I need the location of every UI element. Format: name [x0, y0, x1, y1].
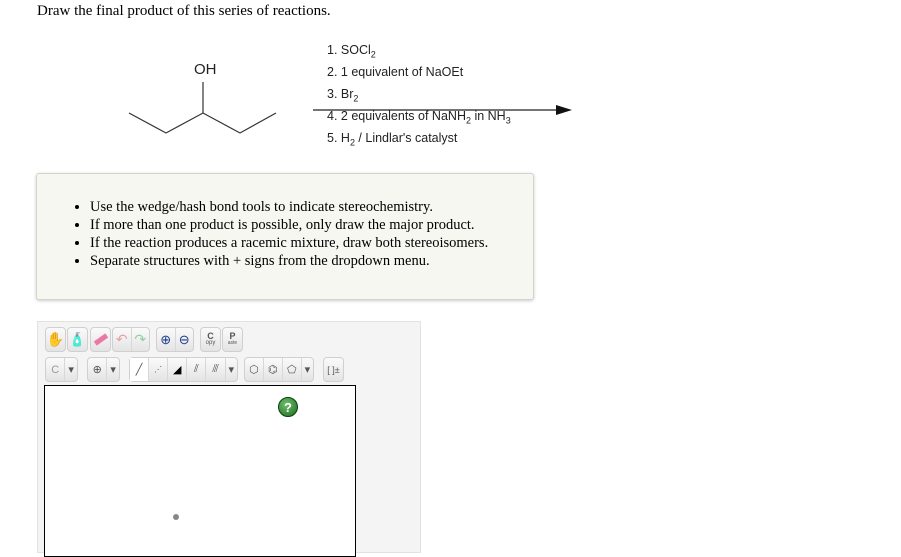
zoom-group: ⊕ ⊖	[156, 327, 194, 352]
single-bond-button[interactable]: ╱	[130, 358, 150, 381]
reagent-step: 3. Br2	[327, 87, 358, 104]
zoom-out-button[interactable]: ⊖	[176, 328, 194, 351]
reagent-step: 2. 1 equivalent of NaOEt	[327, 65, 463, 79]
benzene-icon: ⌬	[268, 364, 278, 376]
reaction-scheme	[128, 82, 572, 134]
hand-icon: ✋	[46, 331, 65, 347]
ring-tools: ⬡ ⌬ ⬠ ▾	[244, 357, 314, 382]
single-bond-icon: ╱	[135, 364, 143, 376]
benzene-button[interactable]: ⌬	[264, 358, 283, 381]
subscript: 2	[353, 93, 359, 104]
hash-bond-icon: ⋰	[154, 365, 163, 374]
instruction-item: Separate structures with + signs from th…	[90, 252, 533, 270]
instruction-item: If more than one product is possible, on…	[90, 216, 533, 234]
double-bond-button[interactable]: ⫽	[187, 358, 207, 381]
canvas-dot	[173, 514, 179, 520]
zoom-out-icon: ⊖	[178, 331, 190, 347]
triple-bond-icon: ⫻	[212, 363, 219, 375]
reagent-step: 5. H2 / Lindlar's catalyst	[327, 131, 457, 148]
subscript: 3	[505, 115, 511, 126]
reagent-step: 1. SOCl2	[327, 43, 376, 60]
chevron-down-icon[interactable]: ▾	[107, 358, 119, 381]
reagent-text: in NH	[470, 109, 506, 123]
reagent-text: 2. 1 equivalent of NaOEt	[327, 65, 464, 79]
charge-icon: ⊕	[88, 358, 108, 381]
reagent-step: 4. 2 equivalents of NaNH2 in NH3	[327, 109, 511, 126]
copy-label: C	[207, 330, 214, 341]
wedge-bond-icon: ◢	[173, 364, 182, 376]
triple-bond-button[interactable]: ⫻	[206, 358, 226, 381]
bond-tools: ╱ ⋰ ◢ ⫽ ⫻ ▾	[129, 357, 238, 382]
paste-button[interactable]: Paste	[222, 327, 243, 352]
instruction-item: Use the wedge/hash bond tools to indicat…	[90, 198, 533, 216]
cyclopentane-button[interactable]: ⬠	[283, 358, 302, 381]
copy-sublabel: opy	[205, 339, 216, 346]
reagent-text: 1. SOCl	[327, 43, 371, 57]
erase-all-button[interactable]: 🧴	[67, 327, 88, 352]
cyclopentane-icon: ⬠	[286, 364, 297, 376]
subscript: 2	[370, 49, 376, 60]
zoom-in-button[interactable]: ⊕	[157, 328, 176, 351]
drawing-canvas[interactable]	[44, 385, 356, 557]
eraser-button[interactable]	[90, 327, 111, 352]
spray-bottle-icon: 🧴	[69, 331, 86, 347]
chevron-down-icon[interactable]: ▾	[302, 358, 313, 381]
help-button[interactable]: ?	[278, 397, 298, 417]
charge-selector[interactable]: ⊕ ▾	[87, 357, 120, 382]
hand-tool-button[interactable]: ✋	[45, 327, 66, 352]
skeletal-structure	[128, 112, 277, 134]
bracket-button[interactable]: [ ]±	[323, 357, 344, 382]
hash-bond-button[interactable]: ⋰	[149, 358, 169, 381]
cyclohexane-icon: ⬡	[249, 364, 259, 376]
undo-redo-group: ↶ ↷	[112, 327, 150, 352]
eraser-icon	[93, 333, 108, 346]
undo-button[interactable]: ↶	[113, 328, 132, 351]
redo-button[interactable]: ↷	[132, 328, 150, 351]
reagent-text: 5. H	[327, 131, 350, 145]
instruction-item: If the reaction produces a racemic mixtu…	[90, 234, 533, 252]
reagent-text: 3. Br	[327, 87, 354, 101]
arrow-head	[556, 105, 572, 115]
chevron-down-icon[interactable]: ▾	[226, 358, 237, 381]
oh-label: OH	[194, 61, 217, 78]
wedge-bond-button[interactable]: ◢	[168, 358, 188, 381]
double-bond-icon: ⫽	[193, 363, 199, 375]
paste-label: P	[229, 330, 236, 341]
atom-selector[interactable]: C ▾	[45, 357, 78, 382]
chevron-down-icon[interactable]: ▾	[65, 358, 77, 381]
redo-icon: ↷	[134, 331, 147, 347]
bracket-icon: [ ]±	[327, 364, 340, 375]
cyclohexane-button[interactable]: ⬡	[245, 358, 264, 381]
zoom-in-icon: ⊕	[160, 331, 172, 347]
paste-sublabel: aste	[227, 339, 238, 346]
undo-icon: ↶	[115, 331, 128, 347]
atom-label: C	[46, 358, 66, 381]
reagent-text: / Lindlar's catalyst	[354, 131, 458, 145]
copy-button[interactable]: Copy	[200, 327, 221, 352]
instructions-box: Use the wedge/hash bond tools to indicat…	[36, 173, 534, 300]
reagent-text: 4. 2 equivalents of NaNH	[327, 109, 466, 123]
